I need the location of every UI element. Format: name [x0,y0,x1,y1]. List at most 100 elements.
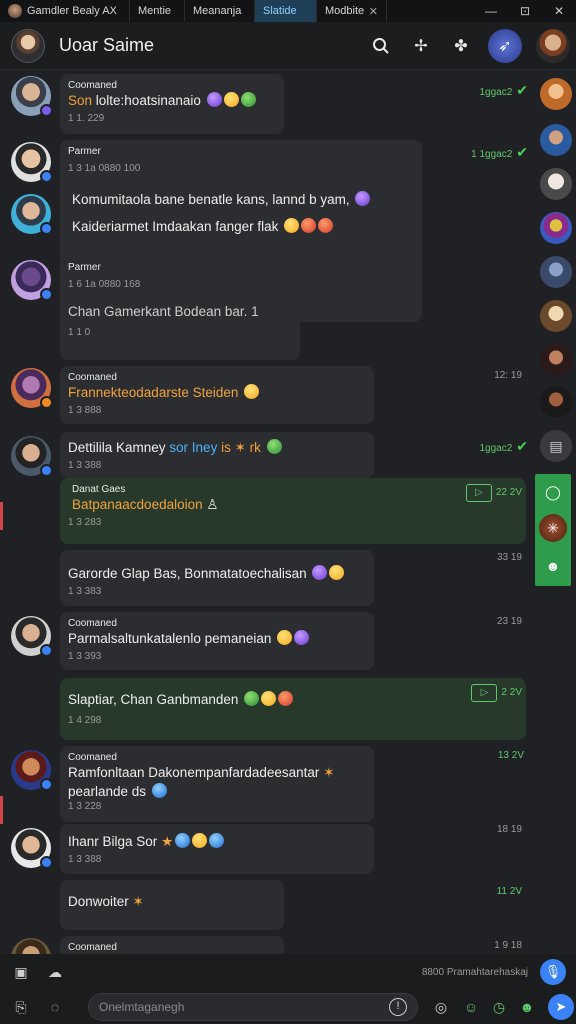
rail-avatar[interactable] [540,78,572,110]
tab-label: Meananja [193,5,242,17]
list-item[interactable]: Parmer 1 6 1a 0880 168 Chan Gamerkant Bo… [60,256,300,360]
list-item[interactable]: Coomaned Frannekteodadarste Steiden 1 3 … [60,366,374,424]
message-text: Slaptiar, Chan Ganbmanden [68,690,518,709]
message-list[interactable]: Coomaned Son lolte:hoatsinanaio 1 1. 229… [0,70,536,954]
tab-meananja[interactable]: Meananja [185,0,255,22]
message-sender: Coomaned [68,942,117,953]
message-status: 23 19 [496,616,522,627]
minimize-button[interactable]: — [474,0,508,22]
message-time: 1 3 228 [68,801,102,812]
restore-button[interactable]: ⊡ [508,0,542,22]
pin-button[interactable]: ➶ [488,28,522,63]
message-text: Parmalsaltunkatalenlo pemaneian [68,629,366,648]
emoji-icon[interactable]: ☻ [539,552,567,580]
avatar[interactable] [11,142,53,183]
profile-avatar[interactable] [536,28,570,63]
message-time: 1 3 283 [68,517,102,528]
rail-avatar[interactable] [540,256,572,288]
window-controls: — ⊡ ✕ [474,0,576,22]
unread-marker [0,502,3,530]
message-status: ▷ 2 2V [462,684,522,702]
puzzle-icon[interactable]: ✤ [448,33,474,59]
list-item[interactable]: Dettilila Kamney sor Iney is ✶ rk 1 3 38… [60,432,374,478]
list-item[interactable]: Slaptiar, Chan Ganbmanden 1 4 298 [60,678,526,740]
message-sender: Coomaned [68,372,117,383]
composer-toolbar: ▣ ☁ 8800 Pramahtarehaskaj 🎙 [0,954,576,990]
sparkle-icon[interactable]: ✢ [408,33,434,59]
play-icon[interactable]: ▷ [471,684,498,702]
list-item[interactable]: Coomaned Parmalsaltunkatalenlo pemaneian… [60,612,374,670]
search-icon[interactable] [368,33,394,59]
message-sender: Coomaned [68,80,117,91]
list-item[interactable]: Coomaned Son lolte:hoatsinanaio 1 1. 229 [60,74,284,134]
avatar[interactable] [11,436,53,477]
chat-avatar[interactable] [11,28,45,63]
list-item[interactable]: Coomaned Ramfonltaan Dakonempanfardadees… [60,746,374,822]
avatar[interactable] [11,368,53,409]
tab-mentie[interactable]: Mentie [130,0,185,22]
chat-icon[interactable]: ◌ [42,994,68,1020]
attachment-icon[interactable]: ⎘ [8,994,34,1020]
message-text: Ramfonltaan Dakonempanfardadeesantar ✶ [68,765,335,780]
emoji-icon[interactable]: ☺ [458,994,484,1020]
close-button[interactable]: ✕ [542,0,576,22]
message-sender: Coomaned [68,752,117,763]
list-item[interactable]: Ihanr Bilga Sor ★ 1 3 388 [60,824,374,874]
gif-icon[interactable]: ☁ [42,959,68,985]
avatar[interactable] [11,938,51,954]
reaction-icon[interactable]: ☻ [514,994,540,1020]
avatar[interactable] [11,616,53,657]
tab-modbite[interactable]: Modbite ✕ [317,0,387,22]
play-icon[interactable]: ▷ [465,484,492,502]
clock-icon[interactable]: ◷ [486,994,512,1020]
avatar[interactable] [11,750,53,791]
tab-gamdler[interactable]: Gamdler Bealy AX [0,0,130,22]
rail-avatar[interactable] [540,300,572,332]
message-status: ▷ 22 2V [452,484,522,502]
avatar[interactable] [11,194,53,235]
message-text: Chan Gamerkant Bodean bar. 1 [68,304,259,319]
rail-avatar[interactable] [540,344,572,376]
message-status: 12: 19 [494,370,522,381]
rail-avatar[interactable]: ✳ [539,514,567,542]
archive-icon[interactable]: ▤ [540,430,572,462]
avatar[interactable] [11,260,53,301]
send-button[interactable]: ➤ [548,994,574,1020]
message-time: 1 3 393 [68,651,102,662]
chat-bubble-icon[interactable]: ◯ [539,478,567,506]
tab-label: Gamdler Bealy AX [27,5,117,17]
rail-avatar[interactable] [540,168,572,200]
message-time: 1 6 1a 0880 168 [68,279,141,290]
message-sender: Parmer [68,146,101,157]
list-item[interactable]: Donwoiter ✶ [60,880,284,930]
message-time: 1 3 383 [68,586,102,597]
message-status: 1ggac2 ✔ [479,82,528,98]
message-text: Son lolte:hoatsinanaio [68,91,276,110]
message-time: 1 3 1a 0880 100 [68,163,141,174]
tab-label: Slatide [263,5,297,17]
rail-avatar[interactable] [540,386,572,418]
message-text: Garorde Glap Bas, Bonmatatoechalisan [68,564,366,583]
rail-avatar[interactable] [540,124,572,156]
mic-button[interactable]: 🎙 [540,959,566,985]
pinned-rail: ◯ ✳ ☻ [535,474,571,586]
chat-header: Uoar Saime ✢ ✤ ➶ [0,22,576,70]
sticker-icon[interactable]: ▣ [8,959,34,985]
close-tab-icon[interactable]: ✕ [369,5,378,18]
read-check-icon: ✔ [516,82,528,98]
message-placeholder: Onelmtaganegh [99,1000,185,1014]
tab-slatide[interactable]: Slatide [255,0,317,22]
message-input[interactable]: Onelmtaganegh ! [88,993,418,1021]
info-icon[interactable]: ! [389,998,407,1016]
read-check-icon: ✔ [516,438,528,454]
avatar[interactable] [11,76,53,117]
message-status: 1 1ggac2 ✔ [471,144,528,160]
list-item[interactable]: Coomaned [60,936,284,954]
message-time: 1 4 298 [68,715,102,726]
tab-label: Mentie [138,5,172,17]
message-text: Kaideriarmet Imdaakan fanger flak [72,217,414,236]
camera-icon[interactable]: ◎ [428,994,454,1020]
list-item[interactable]: Garorde Glap Bas, Bonmatatoechalisan 1 3… [60,550,374,606]
rail-avatar[interactable] [540,212,572,244]
avatar[interactable] [11,828,53,869]
